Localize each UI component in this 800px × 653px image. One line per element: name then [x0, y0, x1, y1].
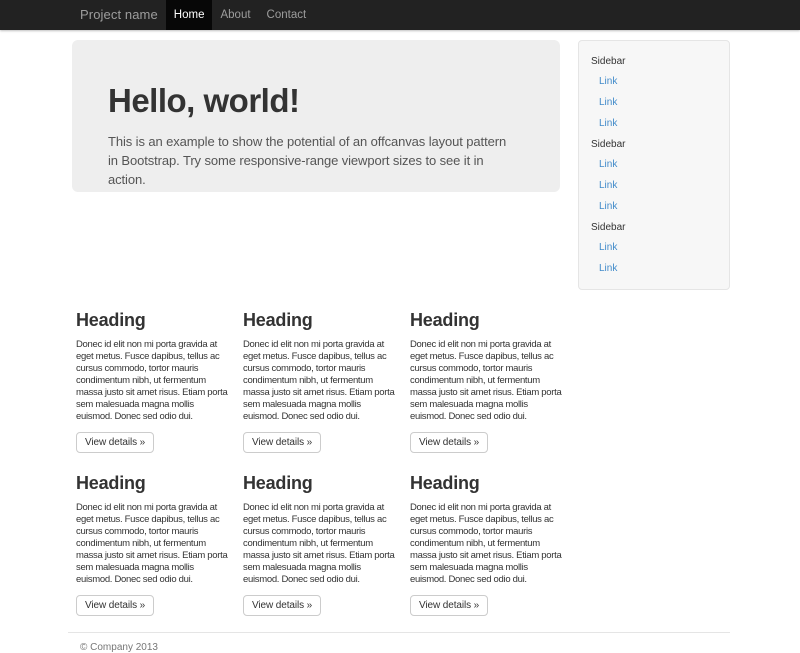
copyright-text: © Company 2013	[80, 642, 730, 653]
card-body-text: Donec id elit non mi porta gravida at eg…	[243, 339, 395, 423]
footer: © Company 2013	[68, 632, 730, 653]
card: Heading Donec id elit non mi porta gravi…	[410, 290, 562, 453]
sidebar-link[interactable]: Link	[579, 237, 729, 258]
content-grid: Heading Donec id elit non mi porta gravi…	[76, 290, 562, 616]
card-body-text: Donec id elit non mi porta gravida at eg…	[76, 502, 228, 586]
jumbotron-title: Hello, world!	[108, 82, 524, 120]
sidebar-link[interactable]: Link	[579, 113, 729, 134]
card: Heading Donec id elit non mi porta gravi…	[410, 453, 562, 616]
card-body-text: Donec id elit non mi porta gravida at eg…	[243, 502, 395, 586]
sidebar-link[interactable]: Link	[579, 196, 729, 217]
navbar: Project name Home About Contact	[0, 0, 800, 30]
card-heading: Heading	[243, 473, 395, 494]
card-heading: Heading	[410, 310, 562, 331]
sidebar-group-title: Sidebar	[579, 55, 729, 69]
sidebar-group-title: Sidebar	[579, 221, 729, 235]
brand-link[interactable]: Project name	[80, 0, 158, 30]
sidebar-link[interactable]: Link	[579, 154, 729, 175]
card-body-text: Donec id elit non mi porta gravida at eg…	[76, 339, 228, 423]
nav-item-home[interactable]: Home	[166, 0, 213, 30]
sidebar-link[interactable]: Link	[579, 92, 729, 113]
nav-item-about[interactable]: About	[212, 0, 258, 30]
view-details-button[interactable]: View details »	[76, 595, 154, 616]
card-heading: Heading	[410, 473, 562, 494]
card: Heading Donec id elit non mi porta gravi…	[243, 290, 395, 453]
card: Heading Donec id elit non mi porta gravi…	[76, 290, 228, 453]
nav-item-contact[interactable]: Contact	[259, 0, 315, 30]
jumbotron: Hello, world! This is an example to show…	[72, 40, 560, 192]
sidebar-panel: Sidebar Link Link Link Sidebar Link Link…	[578, 40, 730, 290]
card-body-text: Donec id elit non mi porta gravida at eg…	[410, 502, 562, 586]
view-details-button[interactable]: View details »	[410, 595, 488, 616]
view-details-button[interactable]: View details »	[76, 432, 154, 453]
card: Heading Donec id elit non mi porta gravi…	[243, 453, 395, 616]
card-heading: Heading	[243, 310, 395, 331]
top-row: Hello, world! This is an example to show…	[72, 40, 730, 290]
jumbotron-text: This is an example to show the potential…	[108, 132, 512, 189]
navbar-menu: Home About Contact	[166, 0, 314, 30]
view-details-button[interactable]: View details »	[243, 432, 321, 453]
sidebar-link[interactable]: Link	[579, 258, 729, 279]
view-details-button[interactable]: View details »	[410, 432, 488, 453]
sidebar-group-title: Sidebar	[579, 138, 729, 152]
card-body-text: Donec id elit non mi porta gravida at eg…	[410, 339, 562, 423]
card-heading: Heading	[76, 310, 228, 331]
view-details-button[interactable]: View details »	[243, 595, 321, 616]
card: Heading Donec id elit non mi porta gravi…	[76, 453, 228, 616]
sidebar-link[interactable]: Link	[579, 175, 729, 196]
sidebar-link[interactable]: Link	[579, 71, 729, 92]
card-heading: Heading	[76, 473, 228, 494]
